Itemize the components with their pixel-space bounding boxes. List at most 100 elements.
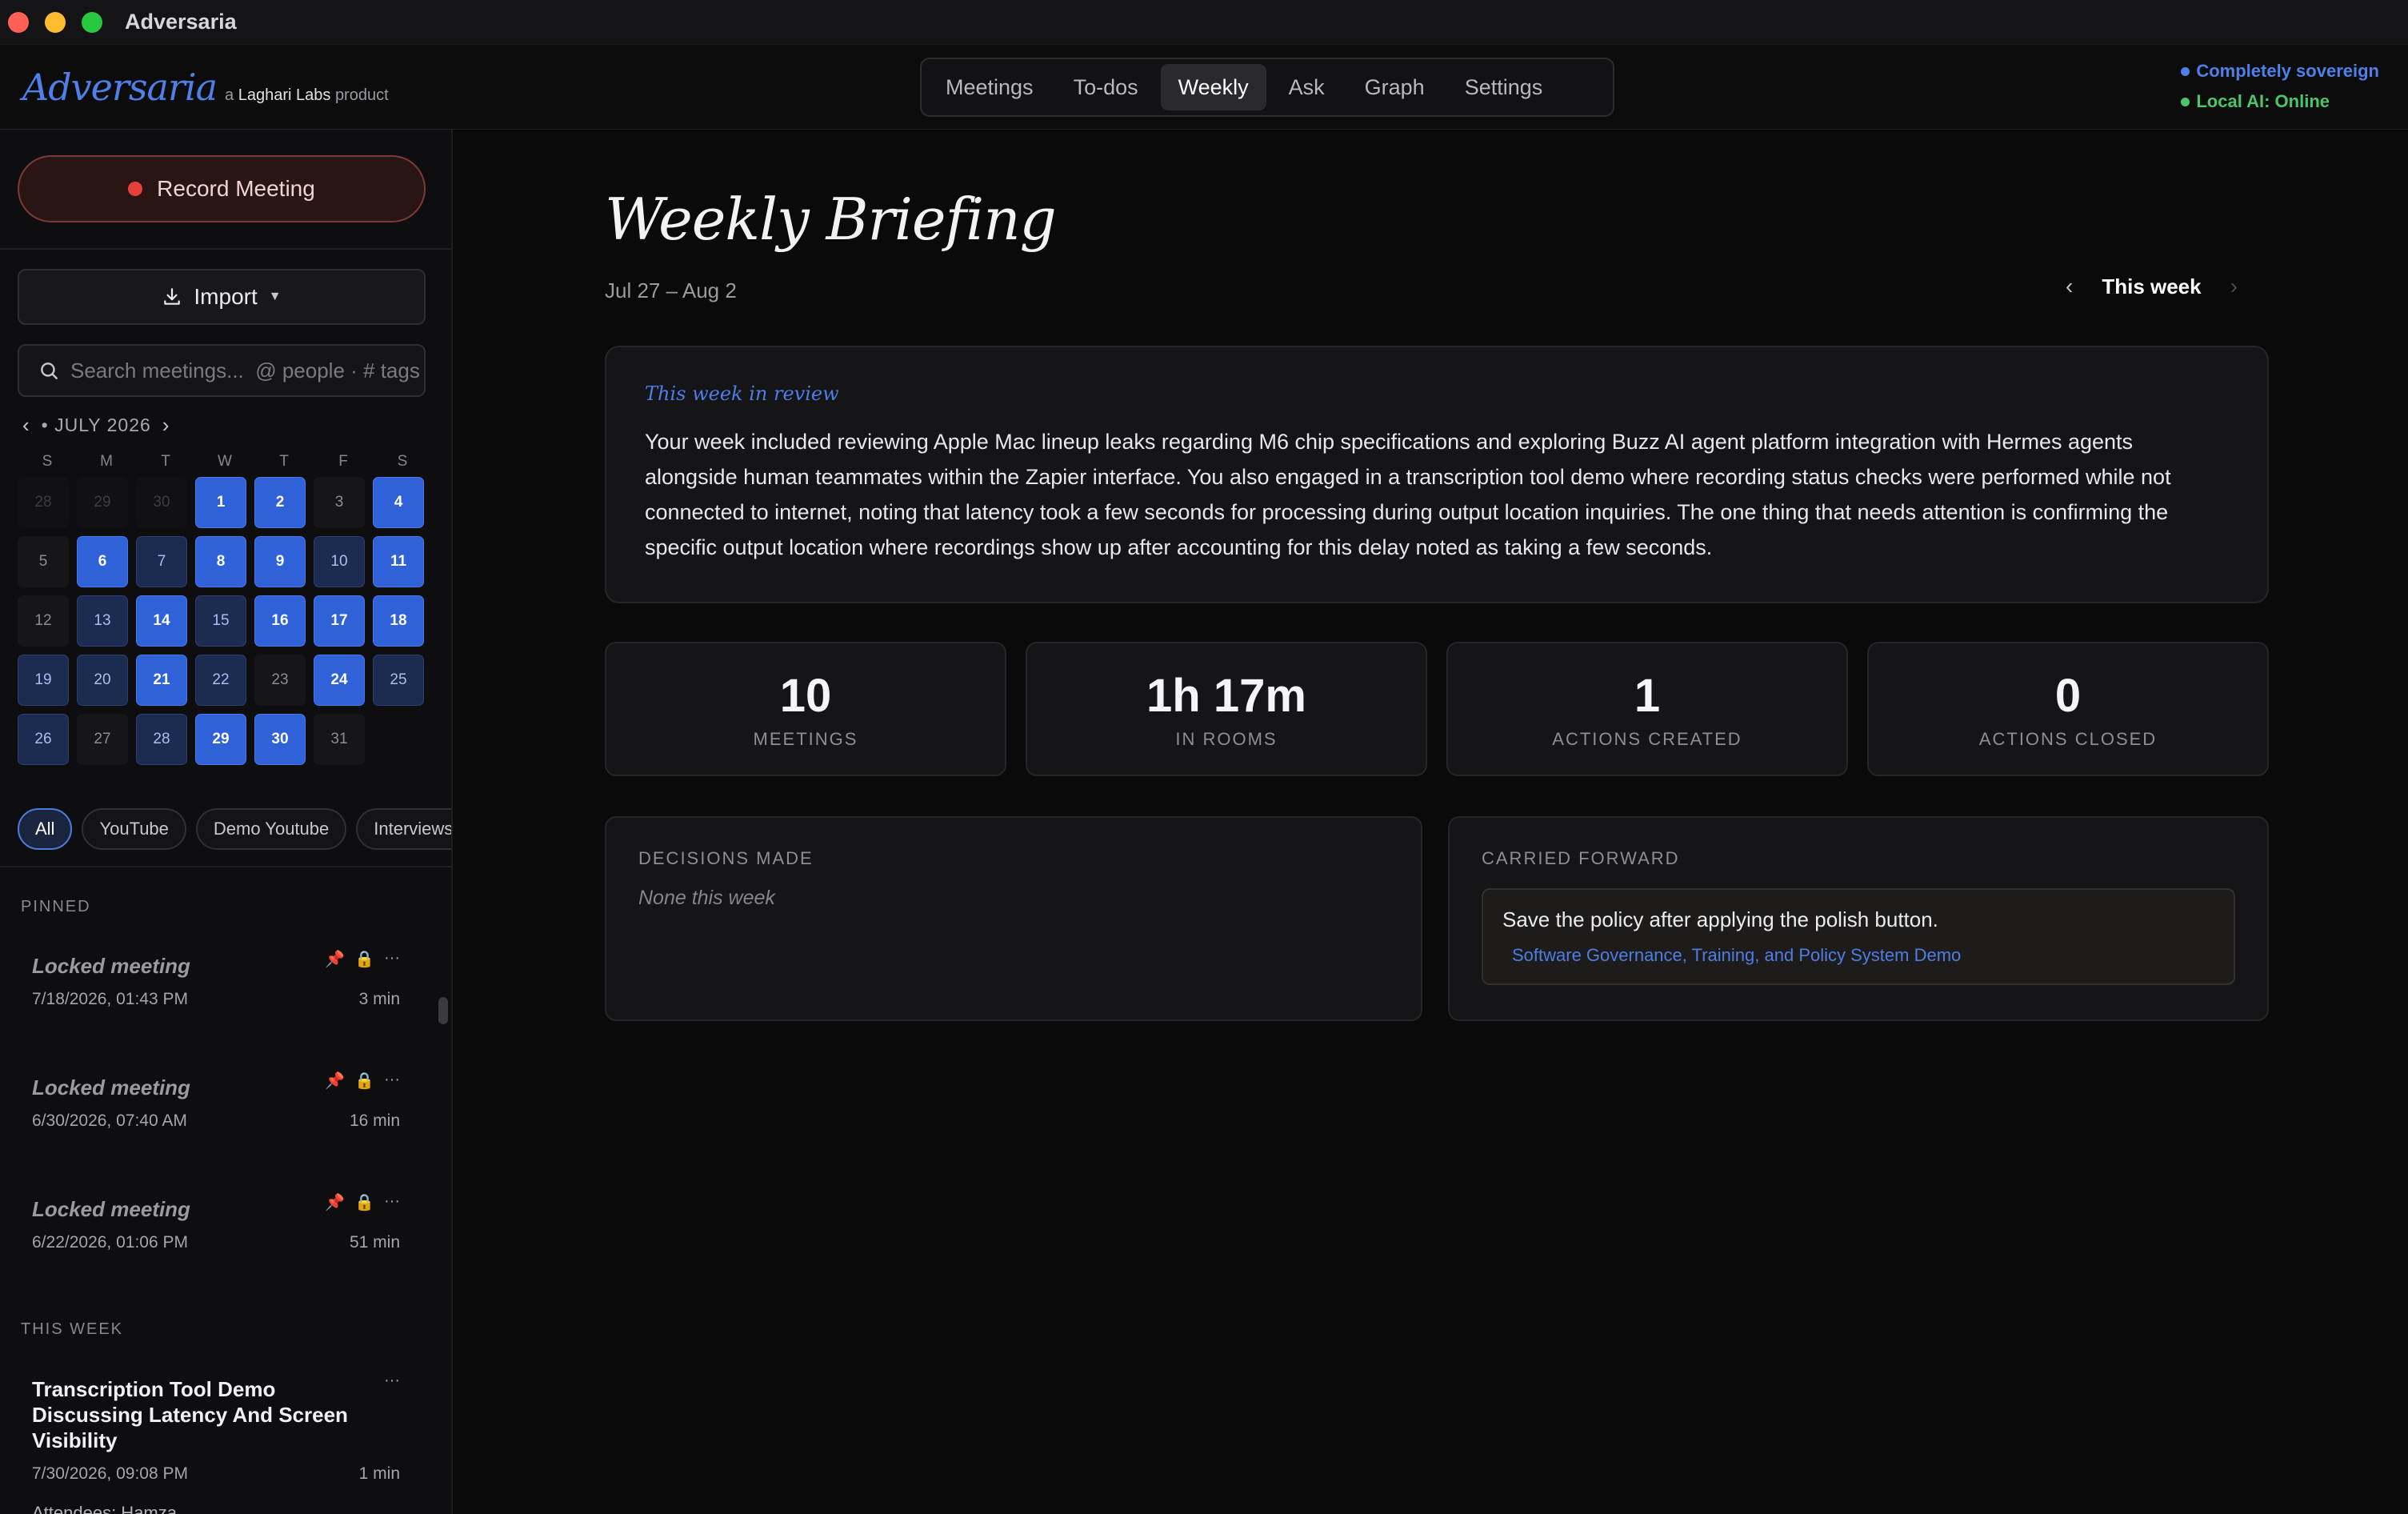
meeting-actions: 📌 🔒 ···: [325, 1192, 400, 1212]
weekday-label: S: [397, 453, 408, 470]
more-icon[interactable]: ···: [384, 1071, 400, 1091]
pinned-section-label: PINNED: [21, 898, 91, 915]
calendar-day: 29: [77, 477, 128, 528]
meeting-meta: 6/30/2026, 07:40 AM 16 min: [32, 1111, 400, 1131]
list-item[interactable]: Transcription Tool Demo Discussing Laten…: [32, 1372, 400, 1514]
calendar-day[interactable]: 21: [136, 655, 187, 706]
pin-icon[interactable]: 📌: [325, 1071, 345, 1091]
calendar-next-month-icon[interactable]: ›: [162, 413, 170, 438]
review-body: Your week included reviewing Apple Mac l…: [645, 430, 2171, 559]
filter-chip-interviews[interactable]: Interviews: [356, 808, 451, 850]
calendar-prev-month-icon[interactable]: ‹: [22, 413, 30, 438]
calendar-day[interactable]: 23: [254, 655, 306, 706]
calendar-day[interactable]: 4: [373, 477, 424, 528]
calendar-day[interactable]: 26: [18, 714, 69, 765]
close-window-button[interactable]: [8, 11, 29, 33]
calendar-day[interactable]: 31: [314, 714, 365, 765]
meeting-meta: 6/22/2026, 01:06 PM 51 min: [32, 1233, 400, 1252]
list-item[interactable]: Locked meeting 📌 🔒 ··· 6/22/2026, 01:06 …: [32, 1192, 400, 1252]
search-icon: [41, 362, 58, 379]
more-icon[interactable]: ···: [384, 949, 400, 969]
calendar-header: ‹ • JULY 2026 ›: [22, 413, 170, 438]
calendar-day: 30: [136, 477, 187, 528]
current-week-label[interactable]: This week: [2102, 274, 2201, 299]
carried-item-text: Save the policy after applying the polis…: [1502, 907, 1938, 931]
calendar-day[interactable]: 25: [373, 655, 424, 706]
filter-chip-youtube[interactable]: YouTube: [82, 808, 186, 850]
tab-todos[interactable]: To-dos: [1056, 64, 1156, 110]
pin-icon[interactable]: 📌: [325, 1192, 345, 1212]
brand-tag-company: Laghari Labs: [238, 86, 331, 104]
tab-weekly[interactable]: Weekly: [1160, 64, 1266, 110]
calendar-day[interactable]: 15: [195, 595, 246, 647]
carried-forward-item[interactable]: Save the policy after applying the polis…: [1482, 888, 2235, 985]
calendar-day[interactable]: 22: [195, 655, 246, 706]
calendar-day[interactable]: 1: [195, 477, 246, 528]
status-indicators: Completely sovereign Local AI: Online: [2181, 61, 2379, 112]
meeting-meta: 7/18/2026, 01:43 PM 3 min: [32, 990, 400, 1009]
this-week-section-label: THIS WEEK: [21, 1320, 124, 1338]
carried-forward-heading: CARRIED FORWARD: [1482, 848, 1680, 868]
calendar-day[interactable]: 27: [77, 714, 128, 765]
calendar-day[interactable]: 7: [136, 536, 187, 587]
carried-item-source-link[interactable]: Software Governance, Training, and Polic…: [1512, 945, 2214, 966]
next-week-icon[interactable]: ›: [2230, 274, 2238, 299]
search-field[interactable]: [18, 344, 426, 397]
calendar-day[interactable]: 20: [77, 655, 128, 706]
calendar-day[interactable]: 10: [314, 536, 365, 587]
tab-meetings[interactable]: Meetings: [928, 64, 1051, 110]
calendar-day[interactable]: 13: [77, 595, 128, 647]
record-meeting-button[interactable]: Record Meeting: [18, 155, 426, 222]
calendar-weekdays: S M T W T F S: [18, 453, 432, 471]
brand-logo[interactable]: Adversaria: [22, 66, 218, 109]
calendar-day[interactable]: 2: [254, 477, 306, 528]
calendar-day[interactable]: 29: [195, 714, 246, 765]
calendar-day[interactable]: 5: [18, 536, 69, 587]
previous-week-icon[interactable]: ‹: [2066, 274, 2073, 299]
sidebar: Record Meeting Import ▼ ‹ • JULY 2026 › …: [0, 130, 453, 1514]
zoom-window-button[interactable]: [82, 11, 102, 33]
list-item[interactable]: Locked meeting 📌 🔒 ··· 7/18/2026, 01:43 …: [32, 949, 400, 1009]
meeting-date: 6/30/2026, 07:40 AM: [32, 1111, 187, 1130]
date-range: Jul 27 – Aug 2: [605, 278, 737, 302]
calendar-day[interactable]: 19: [18, 655, 69, 706]
tab-graph[interactable]: Graph: [1347, 64, 1442, 110]
record-dot-icon: [128, 182, 143, 196]
filter-chip-all[interactable]: All: [18, 808, 73, 850]
calendar-day[interactable]: 3: [314, 477, 365, 528]
calendar-day[interactable]: 12: [18, 595, 69, 647]
calendar-day[interactable]: 16: [254, 595, 306, 647]
tab-settings[interactable]: Settings: [1447, 64, 1561, 110]
calendar-day[interactable]: 11: [373, 536, 424, 587]
weekday-label: T: [161, 453, 170, 470]
lock-icon: 🔒: [354, 1194, 375, 1212]
calendar-day[interactable]: 28: [136, 714, 187, 765]
list-item[interactable]: Locked meeting 📌 🔒 ··· 6/30/2026, 07:40 …: [32, 1071, 400, 1131]
tab-ask[interactable]: Ask: [1271, 64, 1342, 110]
calendar-day[interactable]: 24: [314, 655, 365, 706]
minimize-window-button[interactable]: [45, 11, 66, 33]
local-ai-dot-icon: [2181, 97, 2190, 106]
calendar-day[interactable]: 8: [195, 536, 246, 587]
more-icon[interactable]: ···: [384, 1192, 400, 1212]
filter-chips: All YouTube Demo Youtube Interviews: [18, 808, 451, 850]
more-icon[interactable]: ···: [384, 1372, 400, 1390]
stat-label: MEETINGS: [753, 728, 858, 749]
main-nav: Meetings To-dos Weekly Ask Graph Setting…: [920, 58, 1614, 117]
calendar-day[interactable]: 18: [373, 595, 424, 647]
import-button[interactable]: Import ▼: [18, 269, 426, 325]
calendar-day[interactable]: 9: [254, 536, 306, 587]
window-title: Adversaria: [125, 10, 237, 34]
calendar-day[interactable]: 6: [77, 536, 128, 587]
calendar-day[interactable]: 14: [136, 595, 187, 647]
filter-chip-demo-youtube[interactable]: Demo Youtube: [195, 808, 347, 850]
calendar-day[interactable]: 30: [254, 714, 306, 765]
local-ai-label: Local AI: Online: [2196, 91, 2330, 111]
pin-icon[interactable]: 📌: [325, 949, 345, 969]
meeting-actions: 📌 🔒 ···: [325, 1071, 400, 1091]
search-input[interactable]: [70, 358, 422, 383]
calendar-month-label: • JULY 2026: [41, 415, 151, 435]
calendar-day[interactable]: 17: [314, 595, 365, 647]
local-ai-status: Local AI: Online: [2181, 91, 2330, 112]
list-scrollbar[interactable]: [438, 997, 448, 1024]
